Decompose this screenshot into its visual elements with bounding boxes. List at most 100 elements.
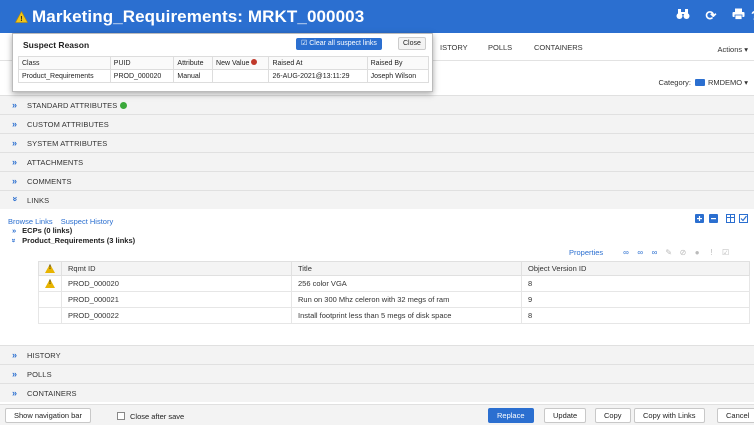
mark-icon[interactable]: ☑ — [720, 248, 732, 257]
section-history[interactable]: » HISTORY — [0, 345, 754, 364]
unlink-icon[interactable]: ⊘ — [677, 248, 689, 257]
section-attachments[interactable]: » ATTACHMENTS — [0, 152, 754, 171]
tab-polls[interactable]: POLLS — [488, 43, 512, 52]
table-view-icon[interactable] — [725, 214, 735, 223]
info-icon — [251, 59, 258, 65]
section-label: STANDARD ATTRIBUTES — [27, 101, 118, 110]
links-table: Rqmt ID Title Object Version ID PROD_000… — [38, 261, 750, 324]
caret-down-icon: ▾ — [744, 78, 748, 87]
table-row[interactable]: PROD_000022 Install footprint less than … — [38, 307, 750, 324]
section-label: POLLS — [27, 370, 52, 379]
section-system-attributes[interactable]: » SYSTEM ATTRIBUTES — [0, 133, 754, 152]
column-header[interactable]: Title — [291, 261, 522, 276]
table-row[interactable]: PROD_000021 Run on 300 Mhz celeron with … — [38, 291, 750, 308]
suspect-history-link[interactable]: Suspect History — [61, 217, 114, 226]
tree-product-label: Product_Requirements (3 links) — [22, 236, 136, 245]
section-polls[interactable]: » POLLS — [0, 364, 754, 383]
table-row[interactable]: PROD_000020 256 color VGA 8 — [38, 275, 750, 292]
table-row: Product_Requirements PROD_000020 Manual … — [18, 69, 430, 83]
category-label: Category: — [658, 78, 691, 87]
copy-with-links-button[interactable]: Copy with Links — [634, 408, 705, 423]
tree-ecps[interactable]: » ECPs (0 links) — [12, 226, 72, 235]
stop-icon[interactable]: ● — [691, 248, 703, 257]
raised-at-cell: 26-AUG-2021@13:11:29 — [268, 69, 368, 83]
edit-icon[interactable]: ✎ — [663, 248, 675, 257]
section-links[interactable]: » LINKS — [0, 190, 754, 209]
category[interactable]: Category: RMDEMO ▾ — [658, 78, 748, 87]
show-navigation-bar-button[interactable]: Show navigation bar — [5, 408, 91, 423]
column-header: Class — [18, 56, 111, 70]
attribute-cell: Manual — [173, 69, 214, 83]
chevron-right-icon: » — [12, 388, 18, 398]
column-header: PUID — [109, 56, 175, 70]
column-header: Raised By — [366, 56, 430, 70]
tree-ecps-label: ECPs (0 links) — [22, 226, 73, 235]
checklist-icon[interactable] — [739, 214, 748, 223]
warning-icon[interactable] — [45, 278, 55, 288]
cancel-button[interactable]: Cancel — [717, 408, 754, 423]
tree-product-requirements[interactable]: » Product_Requirements (3 links) — [9, 236, 136, 245]
link-add-icon[interactable]: ∞ — [634, 248, 646, 257]
update-button[interactable]: Update — [544, 408, 587, 423]
section-comments[interactable]: » COMMENTS — [0, 171, 754, 190]
column-header: New Value — [216, 60, 250, 67]
close-button[interactable]: Close — [398, 37, 426, 50]
puid-link[interactable]: PROD_000020 — [109, 69, 175, 83]
refresh-icon[interactable]: ⟳ — [702, 7, 720, 25]
chevron-down-icon: » — [9, 238, 19, 243]
chevron-right-icon: » — [12, 176, 18, 186]
rqmt-id: PROD_000021 — [61, 291, 292, 308]
actions-menu[interactable]: Actions ▾ — [718, 45, 748, 54]
section-label: ATTACHMENTS — [27, 158, 84, 167]
tab-containers[interactable]: CONTAINERS — [534, 43, 583, 52]
title: 256 color VGA — [291, 275, 522, 292]
close-after-save-label: Close after save — [130, 412, 185, 421]
chevron-right-icon: » — [12, 157, 18, 167]
close-after-save-checkbox[interactable] — [117, 412, 125, 420]
section-containers[interactable]: » CONTAINERS — [0, 383, 754, 402]
category-value: RMDEMO — [707, 78, 743, 87]
column-header[interactable]: Object Version ID — [521, 261, 750, 276]
chevron-right-icon: » — [12, 138, 18, 148]
rqmt-id: PROD_000022 — [61, 307, 292, 324]
replace-button[interactable]: Replace — [488, 408, 534, 423]
tab-history[interactable]: ISTORY — [440, 43, 468, 52]
chevron-right-icon: » — [12, 226, 17, 235]
check-icon — [120, 102, 128, 109]
warning-icon — [45, 263, 55, 273]
info-icon[interactable]: ! — [705, 248, 717, 257]
copy-button[interactable]: Copy — [595, 408, 631, 423]
help-icon[interactable]: ? — [746, 7, 754, 25]
binoculars-icon[interactable] — [674, 7, 692, 25]
warning-icon: ! — [14, 10, 29, 23]
section-label: SYSTEM ATTRIBUTES — [27, 139, 108, 148]
rqmt-id: PROD_000020 — [61, 275, 292, 292]
row-status — [38, 275, 62, 292]
link-remove-icon[interactable]: ∞ — [648, 248, 660, 257]
object-version: 8 — [521, 275, 750, 292]
footer-bar: Show navigation bar Close after save Rep… — [0, 404, 754, 425]
properties-link[interactable]: Properties — [569, 248, 603, 257]
section-label: COMMENTS — [27, 177, 72, 186]
popup-title: Suspect Reason — [23, 40, 90, 50]
add-link-icon[interactable] — [695, 214, 705, 223]
chevron-right-icon: » — [12, 350, 18, 360]
remove-link-icon[interactable] — [708, 214, 718, 223]
print-icon[interactable] — [729, 7, 747, 25]
section-standard-attributes[interactable]: » STANDARD ATTRIBUTES — [0, 95, 754, 114]
raised-by-cell: Joseph Wilson — [366, 69, 430, 83]
actions-label: Actions — [717, 45, 743, 54]
chevron-right-icon: » — [12, 369, 18, 379]
section-custom-attributes[interactable]: » CUSTOM ATTRIBUTES — [0, 114, 754, 133]
column-header[interactable]: Rqmt ID — [61, 261, 292, 276]
row-status — [38, 291, 62, 308]
suspect-reason-popup: Suspect Reason ☑ Clear all suspect links… — [12, 33, 433, 92]
checkbox-icon: ☑ — [301, 40, 308, 47]
chevron-right-icon: » — [12, 100, 18, 110]
title-bar: ! Marketing_Requirements: MRKT_000003 ⟳ … — [0, 0, 754, 33]
browse-links-link[interactable]: Browse Links — [8, 217, 53, 226]
svg-text:!: ! — [20, 16, 22, 23]
chevron-down-icon: » — [10, 196, 21, 202]
link-icon[interactable]: ∞ — [620, 248, 632, 257]
clear-suspect-links-button[interactable]: ☑ Clear all suspect links — [296, 38, 382, 50]
